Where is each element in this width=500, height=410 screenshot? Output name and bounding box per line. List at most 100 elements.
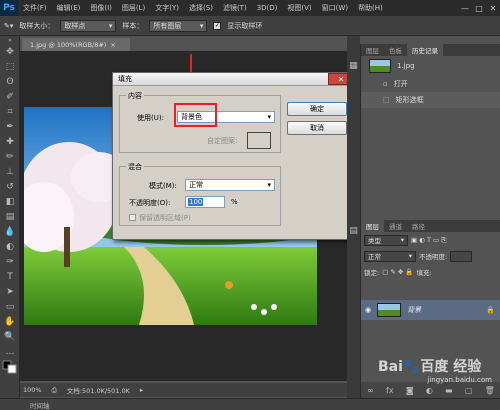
blur-tool-icon[interactable]: 💧 [0, 224, 20, 239]
clone-stamp-icon[interactable]: ⊥ [0, 164, 20, 179]
sample-size-label: 取样大小： [19, 21, 55, 30]
menu-view[interactable]: 视图(V) [282, 3, 316, 13]
history-item[interactable]: ▫ 打开 [361, 76, 500, 92]
gradient-tool-icon[interactable]: ▤ [0, 209, 20, 224]
opacity-unit: % [231, 198, 238, 206]
brush-tool-icon[interactable]: ✏ [0, 149, 20, 164]
sample-label: 样本： [122, 21, 144, 30]
chevron-right-icon[interactable]: ▸ [140, 386, 143, 394]
link-icon[interactable]: ∞ [367, 386, 374, 395]
tab-layers[interactable]: 图层 [361, 220, 384, 232]
adjustment-icon[interactable]: ◐ [426, 386, 433, 395]
maximize-button[interactable]: □ [472, 2, 486, 14]
custom-pattern-swatch[interactable] [247, 132, 271, 149]
blend-mode-select[interactable]: 正常 ▾ [364, 250, 416, 262]
opacity-input[interactable]: 100 [185, 196, 225, 208]
timeline-label[interactable]: 时间轴 [30, 400, 50, 410]
marquee-tool-icon[interactable]: ⬚ [0, 59, 20, 74]
sample-size-select[interactable]: 取样点 ▾ [60, 19, 117, 32]
folder-icon[interactable]: ▬ [445, 386, 453, 395]
document-icon: ▫ [383, 80, 388, 88]
hand-tool-icon[interactable]: ✋ [0, 314, 20, 329]
collapse-icon[interactable]: » [0, 36, 20, 44]
use-label: 使用(U): [137, 114, 164, 122]
menu-help[interactable]: 帮助(H) [353, 3, 388, 13]
tab-channels[interactable]: 通道 [384, 220, 407, 232]
menu-edit[interactable]: 编辑(E) [52, 3, 86, 13]
menu-window[interactable]: 窗口(W) [317, 3, 353, 13]
fill-label: 填充: [416, 269, 432, 277]
history-panel: 图层 色板 历史记录 1.jpg ▫ 打开 ⬚ 矩形选框 [360, 44, 500, 224]
history-item[interactable]: ⬚ 矩形选框 [361, 92, 500, 108]
minimize-button[interactable]: — [458, 2, 472, 14]
lock-icons[interactable]: ▢ ✎ ✥ 🔒 [382, 268, 413, 276]
quick-select-tool-icon[interactable]: ✐ [0, 89, 20, 104]
color-swatches-icon[interactable] [0, 359, 20, 374]
lasso-tool-icon[interactable]: ʘ [0, 74, 20, 89]
new-layer-icon[interactable]: ▢ [465, 386, 473, 395]
tab-paths[interactable]: 路径 [407, 220, 430, 232]
zoom-level[interactable]: 100% [23, 386, 42, 394]
document-tab[interactable]: 1.jpg @ 100%(RGB/8#) × [22, 38, 130, 51]
menu-layer[interactable]: 图层(L) [117, 3, 150, 13]
menu-filter[interactable]: 滤镜(T) [218, 3, 252, 13]
close-tab-icon[interactable]: × [110, 41, 115, 49]
dodge-tool-icon[interactable]: ◐ [0, 239, 20, 254]
pen-tool-icon[interactable]: ✑ [0, 254, 20, 269]
layer-filter-row: 类型 ▾ ▣ ◐ T ▭ ⎘ [361, 232, 500, 248]
tab-swatches[interactable]: 色板 [384, 44, 407, 56]
blend-opacity-row: 正常 ▾ 不透明度: [361, 248, 500, 264]
eyedropper-icon[interactable]: ✒ [0, 119, 20, 134]
layer-kind-select[interactable]: 类型 ▾ [364, 234, 408, 246]
mode-value: 正常 [189, 181, 203, 189]
eye-icon[interactable]: ◉ [365, 306, 371, 314]
layer-opacity-input[interactable] [450, 250, 473, 262]
blend-mode-value: 正常 [368, 253, 381, 261]
type-tool-icon[interactable]: T [0, 269, 20, 284]
menu-3d[interactable]: 3D(D) [252, 4, 283, 12]
chevron-down-icon: ▾ [267, 113, 271, 121]
crop-tool-icon[interactable]: ⌗ [0, 104, 20, 119]
chevron-down-icon: ▾ [199, 21, 204, 30]
history-brush-icon[interactable]: ↺ [0, 179, 20, 194]
fx-icon[interactable]: fx [386, 386, 394, 395]
lock-icon: 🔒 [486, 306, 495, 314]
path-select-icon[interactable]: ➤ [0, 284, 20, 299]
history-panel-icon[interactable]: ▦ [347, 58, 360, 73]
more-tools-icon[interactable]: … [0, 344, 20, 359]
lock-fill-row: 锁定: ▢ ✎ ✥ 🔒 填充: [361, 264, 500, 280]
show-ring-checkbox[interactable]: ✓ [213, 21, 222, 30]
menu-type[interactable]: 文字(Y) [150, 3, 184, 13]
healing-brush-icon[interactable]: ✚ [0, 134, 20, 149]
zoom-tool-icon[interactable]: 🔍 [0, 329, 20, 344]
menu-file[interactable]: 文件(F) [18, 3, 52, 13]
preserve-transparency-checkbox[interactable] [129, 214, 136, 221]
mode-select[interactable]: 正常 ▾ [185, 179, 275, 191]
eyedropper-tool-icon[interactable]: ✎▾ [4, 22, 13, 30]
filter-icons[interactable]: ▣ ◐ T ▭ ⎘ [411, 236, 446, 245]
history-snapshot[interactable]: 1.jpg [361, 56, 500, 76]
export-icon[interactable]: ⎙ [52, 386, 57, 395]
tab-history[interactable]: 历史记录 [407, 44, 443, 56]
menu-image[interactable]: 图像(I) [85, 3, 117, 13]
layer-item-background[interactable]: ◉ 背景 🔒 [361, 300, 500, 320]
close-window-button[interactable]: ✕ [486, 2, 500, 14]
mask-icon[interactable]: ◙ [406, 386, 414, 395]
eraser-tool-icon[interactable]: ◧ [0, 194, 20, 209]
menu-select[interactable]: 选择(S) [184, 3, 218, 13]
sample-select[interactable]: 所有图层 ▾ [149, 19, 208, 32]
chevron-down-icon: ▾ [400, 236, 404, 244]
move-tool-icon[interactable]: ✥ [0, 44, 20, 59]
document-info[interactable]: 文档:501.0K/501.0K [67, 385, 130, 395]
shape-tool-icon[interactable]: ▭ [0, 299, 20, 314]
layers-panel-icon[interactable]: ▤ [347, 223, 360, 238]
tab-layers[interactable]: 图层 [361, 44, 384, 56]
opacity-label: 不透明度: [419, 253, 448, 261]
snapshot-thumbnail [369, 59, 391, 73]
opacity-label: 不透明度(O): [129, 199, 171, 207]
cancel-button[interactable]: 取消 [287, 121, 347, 135]
document-title: 1.jpg @ 100%(RGB/8#) [30, 40, 107, 49]
ok-button[interactable]: 确定 [287, 102, 347, 116]
chevron-down-icon: ▾ [108, 21, 113, 30]
trash-icon[interactable]: 🗑 [485, 386, 495, 395]
